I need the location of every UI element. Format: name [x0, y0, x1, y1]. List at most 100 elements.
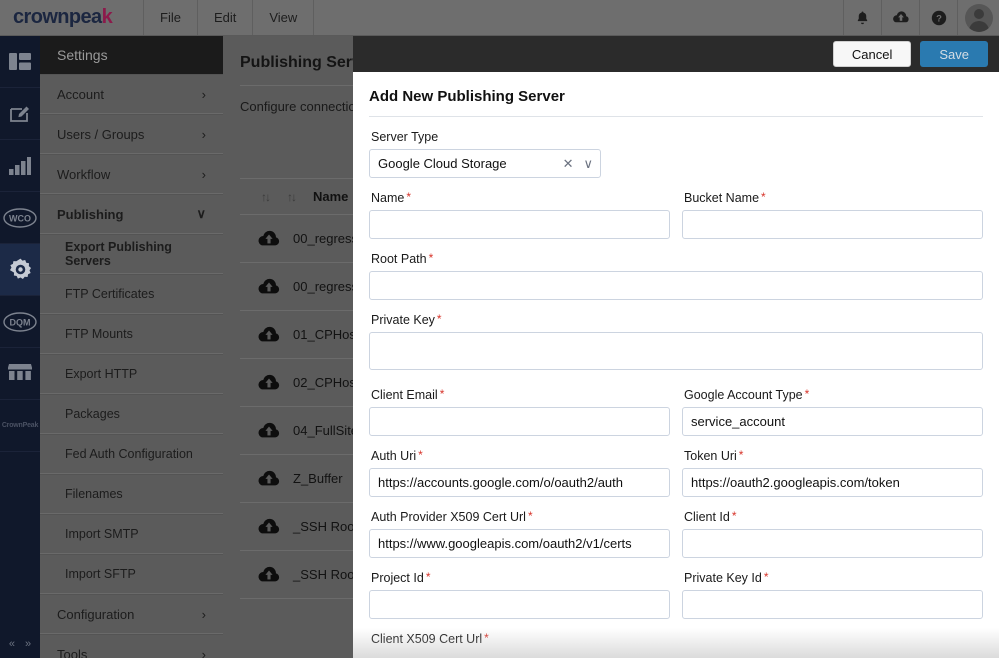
column-header-name[interactable]: Name: [313, 189, 348, 204]
client-id-label-text: Client Id: [684, 510, 730, 524]
private-key-required-marker: *: [436, 312, 442, 326]
modal-title: Add New Publishing Server: [369, 88, 565, 105]
token-uri-input[interactable]: [682, 468, 983, 497]
bucket-name-label-text: Bucket Name: [684, 191, 760, 205]
svg-text:WCO: WCO: [9, 213, 31, 223]
sidebar-item-account[interactable]: Account ›: [40, 74, 223, 114]
name-input[interactable]: [369, 210, 670, 239]
project-id-input[interactable]: [369, 590, 670, 619]
auth-provider-x509-cert-url-input[interactable]: [369, 529, 670, 558]
menu-view[interactable]: View: [253, 0, 315, 35]
google-account-type-required-marker: *: [804, 387, 810, 401]
sidebar-item-label: Packages: [65, 407, 120, 421]
sidebar-item-packages[interactable]: Packages: [40, 394, 223, 434]
client-email-input[interactable]: [369, 407, 670, 436]
modal-header: Cancel Save: [353, 36, 999, 72]
notifications-bell-icon[interactable]: [843, 0, 881, 35]
sort-icon-1[interactable]: ↑↓: [261, 190, 271, 204]
project-id-label: Project Id *: [371, 571, 670, 585]
client-email-label: Client Email *: [371, 388, 670, 402]
sidebar-item-users-groups[interactable]: Users / Groups ›: [40, 114, 223, 154]
private-key-id-input[interactable]: [682, 590, 983, 619]
token-uri-label: Token Uri *: [684, 449, 983, 463]
modal-title-divider: [369, 116, 983, 117]
rail-item-dashboard[interactable]: [0, 36, 40, 88]
private-key-label-text: Private Key: [371, 313, 435, 327]
sidebar-item-configuration[interactable]: Configuration ›: [40, 594, 223, 634]
sidebar-item-label: Import SMTP: [65, 527, 139, 541]
root-path-input[interactable]: [369, 271, 983, 300]
rail-item-marketplace[interactable]: [0, 348, 40, 400]
rail-item-edit[interactable]: [0, 88, 40, 140]
cloud-upload-icon[interactable]: [881, 0, 919, 35]
sidebar-item-label: Publishing: [57, 206, 124, 222]
menu-edit[interactable]: Edit: [198, 0, 254, 35]
chevron-right-icon: ›: [201, 86, 206, 102]
save-button[interactable]: Save: [920, 41, 988, 67]
auth-uri-input[interactable]: [369, 468, 670, 497]
sidebar-item-export-publishing-servers[interactable]: Export Publishing Servers: [40, 234, 223, 274]
sort-icon-2[interactable]: ↑↓: [287, 190, 297, 204]
help-icon[interactable]: ?: [919, 0, 957, 35]
sidebar-item-export-http[interactable]: Export HTTP: [40, 354, 223, 394]
project-id-required-marker: *: [425, 570, 431, 584]
cancel-button[interactable]: Cancel: [832, 41, 912, 67]
client-x509-cert-url-label: Client X509 Cert Url *: [371, 632, 983, 646]
chevron-right-icon: ›: [201, 166, 206, 182]
auth-uri-label-text: Auth Uri: [371, 449, 417, 463]
rail-item-crownpeak[interactable]: CrownPeak: [0, 400, 40, 452]
rail-item-settings[interactable]: [0, 244, 40, 296]
sidebar-item-import-sftp[interactable]: Import SFTP: [40, 554, 223, 594]
token-uri-required-marker: *: [738, 448, 744, 462]
server-type-label-text: Server Type: [371, 130, 439, 144]
avatar-image: [964, 3, 993, 32]
table-row-name: Z_Buffer: [293, 471, 343, 486]
root-path-required-marker: *: [428, 251, 434, 265]
modal-body: Add New Publishing Server Server Type Go…: [353, 72, 999, 658]
client-id-input[interactable]: [682, 529, 983, 558]
sidebar-item-label: Export HTTP: [65, 367, 138, 381]
sidebar-item-import-smtp[interactable]: Import SMTP: [40, 514, 223, 554]
application-window: crownpeak File Edit View ? WCO DQM Crown…: [0, 0, 999, 658]
sidebar-item-ftp-mounts[interactable]: FTP Mounts: [40, 314, 223, 354]
rail-item-dqm[interactable]: DQM: [0, 296, 40, 348]
sidebar-item-ftp-certificates[interactable]: FTP Certificates: [40, 274, 223, 314]
sidebar-item-publishing[interactable]: Publishing ∨: [40, 194, 223, 234]
menu-file[interactable]: File: [144, 0, 198, 35]
server-type-select[interactable]: Google Cloud Storage ✕ ∨: [369, 149, 601, 178]
avatar[interactable]: [957, 0, 999, 35]
sidebar-item-label: Tools: [57, 646, 88, 658]
collapse-left-icon[interactable]: «: [9, 638, 15, 650]
sidebar-item-filenames[interactable]: Filenames: [40, 474, 223, 514]
name-label: Name *: [371, 191, 670, 205]
auth-uri-required-marker: *: [418, 448, 423, 462]
brand-logo[interactable]: crownpeak: [0, 0, 144, 35]
google-account-type-label-text: Google Account Type: [684, 388, 803, 402]
sidebar-item-label: Users / Groups: [57, 126, 145, 142]
sidebar-item-tools[interactable]: Tools ›: [40, 634, 223, 658]
svg-text:?: ?: [936, 13, 942, 24]
sidebar-item-workflow[interactable]: Workflow ›: [40, 154, 223, 194]
collapse-right-icon[interactable]: »: [25, 638, 31, 650]
private-key-id-label: Private Key Id *: [684, 571, 983, 585]
chevron-right-icon: ›: [201, 606, 206, 622]
sidebar-item-fed-auth-configuration[interactable]: Fed Auth Configuration: [40, 434, 223, 474]
cloud-upload-icon: [257, 470, 281, 488]
chevron-right-icon: ›: [201, 646, 206, 658]
cloud-upload-icon: [257, 278, 281, 296]
svg-text:DQM: DQM: [10, 317, 31, 327]
clear-icon[interactable]: ✕: [563, 156, 574, 172]
bucket-name-input[interactable]: [682, 210, 983, 239]
name-label-text: Name: [371, 191, 405, 205]
rail-item-wco[interactable]: WCO: [0, 192, 40, 244]
private-key-textarea[interactable]: [369, 332, 983, 370]
client-id-required-marker: *: [731, 509, 737, 523]
chevron-down-icon[interactable]: ∨: [583, 156, 593, 172]
rail-item-analytics[interactable]: [0, 140, 40, 192]
name-required-marker: *: [406, 190, 412, 204]
chevron-down-icon: ∨: [196, 206, 206, 221]
cloud-upload-icon: [257, 326, 281, 344]
google-account-type-input[interactable]: [682, 407, 983, 436]
rail-collapse-controls: « »: [0, 630, 40, 658]
sidebar-item-label: Import SFTP: [65, 567, 136, 581]
